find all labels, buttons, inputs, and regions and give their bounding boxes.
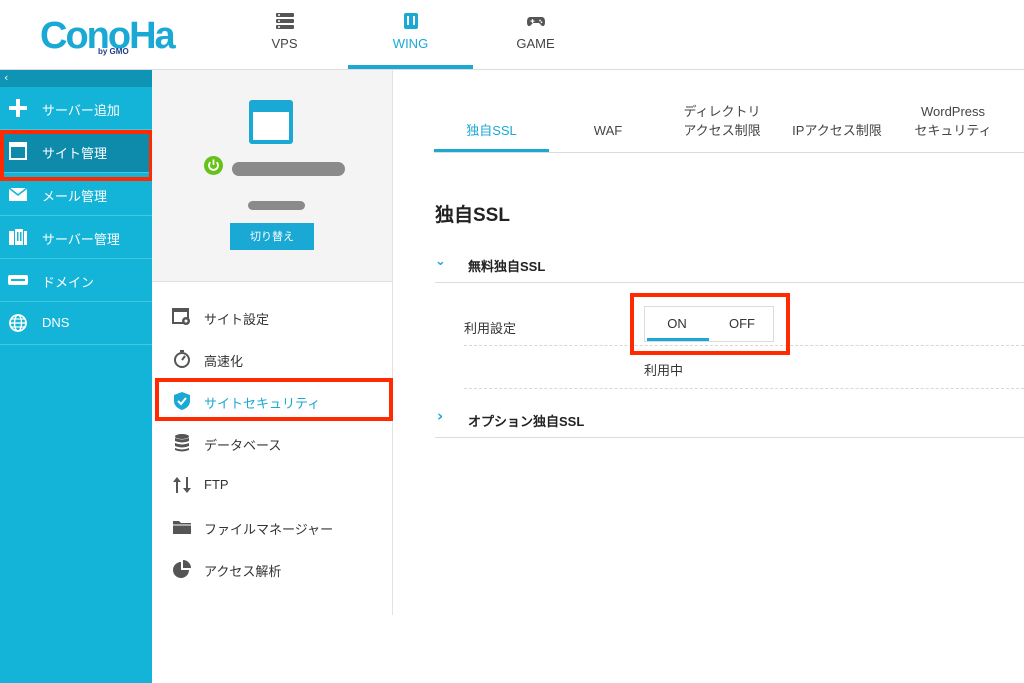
menu-label: データベース xyxy=(204,438,282,453)
menu-label: FTP xyxy=(204,477,229,492)
menu-label: ファイルマネージャー xyxy=(204,522,334,537)
tab-wordpress-security[interactable]: WordPress セキュリティ xyxy=(903,70,1003,153)
menu-database[interactable]: データベース xyxy=(152,422,392,464)
accordion-free-ssl[interactable]: ⌄ 無料独自SSL xyxy=(435,254,1024,274)
database-icon xyxy=(175,434,189,452)
chevron-right-icon: › xyxy=(437,407,444,425)
mail-icon xyxy=(8,187,28,201)
divider xyxy=(435,282,1024,283)
ssl-toggle[interactable]: ON OFF xyxy=(644,306,774,342)
sidebar-item-dns[interactable]: DNS xyxy=(0,302,152,345)
site-panel: 切り替え サイト設定 高速化 サイトセキュリティ データベース FTP ファイル… xyxy=(152,70,393,615)
tab-label-line2: アクセス制限 xyxy=(683,123,761,138)
sidebar-item-server-management[interactable]: サーバー管理 xyxy=(0,216,152,259)
tab-divider xyxy=(434,152,1024,153)
tab-label-line2: セキュリティ xyxy=(914,123,992,138)
topnav-game-label: GAME xyxy=(516,36,555,51)
building-icon xyxy=(403,13,418,29)
tab-label: WAF xyxy=(593,123,623,138)
menu-site-security[interactable]: サイトセキュリティ xyxy=(152,380,392,422)
divider xyxy=(464,345,1024,346)
menu-label: アクセス解析 xyxy=(204,564,282,579)
menu-file-manager[interactable]: ファイルマネージャー xyxy=(152,506,392,548)
sidebar-item-label: ドメイン xyxy=(42,275,95,290)
power-icon xyxy=(208,159,219,171)
accordion-option-ssl[interactable]: › オプション独自SSL xyxy=(435,407,1024,429)
tab-own-ssl[interactable]: 独自SSL xyxy=(434,70,549,153)
redacted-site-url xyxy=(248,201,305,210)
site-window-icon xyxy=(249,100,293,144)
gamepad-icon xyxy=(526,17,545,27)
page-title: 独自SSL xyxy=(435,205,510,226)
sidebar-item-label: サーバー管理 xyxy=(42,232,120,247)
menu-ftp[interactable]: FTP xyxy=(152,464,392,506)
divider xyxy=(435,437,1024,438)
topnav-vps-label: VPS xyxy=(271,36,298,51)
globe-icon xyxy=(9,314,27,332)
plus-icon xyxy=(9,99,27,117)
power-status-icon xyxy=(204,156,223,175)
sidebar-item-label: サーバー追加 xyxy=(42,103,120,118)
site-settings-icon xyxy=(172,308,190,325)
window-icon xyxy=(9,142,27,160)
top-header: ConoHa by GMO VPS WING GAME xyxy=(0,0,1024,70)
menu-speed-up[interactable]: 高速化 xyxy=(152,338,392,380)
tab-label-line1: WordPress xyxy=(920,104,986,119)
server-icon xyxy=(275,13,294,29)
domain-icon xyxy=(8,275,28,285)
menu-site-settings[interactable]: サイト設定 xyxy=(152,296,392,338)
pie-chart-icon xyxy=(173,560,191,578)
conoha-logo[interactable]: ConoHa by GMO xyxy=(40,14,176,58)
logo-sub: by GMO xyxy=(98,47,129,56)
topnav-wing[interactable]: WING xyxy=(348,0,473,70)
building-icon xyxy=(9,229,27,245)
sidebar: ‹ サーバー追加 サイト管理 メール管理 サーバー管理 ドメイン DNS xyxy=(0,70,152,683)
site-card: 切り替え xyxy=(152,70,392,282)
tab-ip-access[interactable]: IPアクセス制限 xyxy=(785,70,889,153)
menu-label: サイト設定 xyxy=(204,312,270,327)
chevron-down-icon: ⌄ xyxy=(435,254,446,269)
sidebar-collapse-button[interactable]: ‹ xyxy=(0,70,152,87)
sidebar-item-mail-management[interactable]: メール管理 xyxy=(0,173,152,216)
sidebar-item-label: サイト管理 xyxy=(42,146,108,161)
folder-icon xyxy=(173,521,191,534)
sidebar-item-site-management[interactable]: サイト管理 xyxy=(0,130,152,173)
sidebar-item-label: DNS xyxy=(42,315,70,330)
tab-label: 独自SSL xyxy=(466,123,517,138)
menu-label: 高速化 xyxy=(204,354,244,369)
topnav-vps[interactable]: VPS xyxy=(222,0,347,70)
topnav-wing-label: WING xyxy=(392,36,429,51)
sidebar-item-domain[interactable]: ドメイン xyxy=(0,259,152,302)
topnav-game[interactable]: GAME xyxy=(473,0,598,70)
toggle-off[interactable]: OFF xyxy=(710,307,774,342)
main-content: 独自SSL WAF ディレクトリ アクセス制限 IPアクセス制限 WordPre… xyxy=(393,70,1024,683)
toggle-on[interactable]: ON xyxy=(645,307,709,342)
menu-label: サイトセキュリティ xyxy=(204,396,321,411)
tab-waf[interactable]: WAF xyxy=(555,70,661,153)
tab-label: IPアクセス制限 xyxy=(792,123,882,138)
accordion-label: オプション独自SSL xyxy=(468,414,585,429)
menu-access-analytics[interactable]: アクセス解析 xyxy=(152,548,392,590)
usage-setting-label: 利用設定 xyxy=(464,321,517,336)
redacted-site-name xyxy=(232,162,345,176)
transfer-arrows-icon xyxy=(173,477,191,493)
sidebar-item-add-server[interactable]: サーバー追加 xyxy=(0,87,152,130)
tab-directory-access[interactable]: ディレクトリ アクセス制限 xyxy=(667,70,777,153)
stopwatch-icon xyxy=(174,350,190,368)
accordion-label: 無料独自SSL xyxy=(468,259,546,274)
tab-label-line1: ディレクトリ xyxy=(683,104,761,119)
divider xyxy=(464,388,1024,389)
shield-check-icon xyxy=(174,392,190,410)
switch-site-button[interactable]: 切り替え xyxy=(230,223,314,250)
ssl-status-text: 利用中 xyxy=(644,363,684,378)
sidebar-item-label: メール管理 xyxy=(42,189,108,204)
